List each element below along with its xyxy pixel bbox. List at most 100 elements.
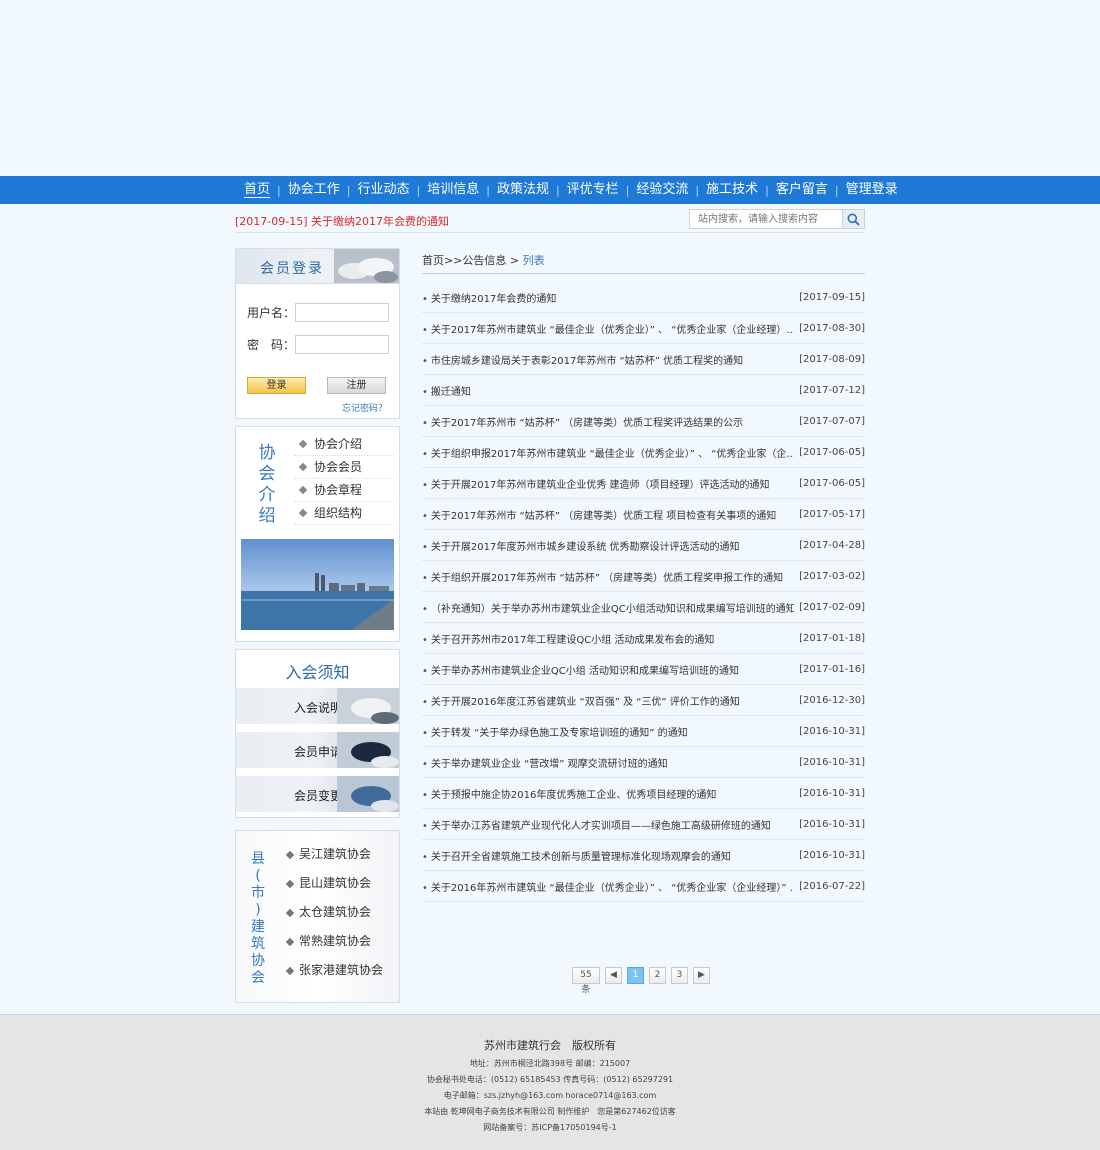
association-intro-link-label: 组织结构 [314, 505, 363, 520]
search-button[interactable] [842, 209, 865, 229]
news-title[interactable]: 关于预报中施企协2016年度优秀施工企业、优秀项目经理的通知 [422, 786, 716, 801]
pagination-page-2[interactable]: 2 [649, 967, 666, 984]
password-input[interactable] [295, 335, 389, 354]
nav-item-1[interactable]: 协会工作 [282, 176, 346, 204]
pagination-next-icon[interactable]: ▶ [693, 967, 710, 984]
news-row[interactable]: 关于举办建筑业企业 “营改增” 观摩交流研讨班的通知 [2016-10-31] [422, 747, 865, 778]
diamond-bullet-icon [285, 966, 295, 975]
pagination-prev-icon[interactable]: ◀ [605, 967, 622, 984]
news-title[interactable]: （补充通知）关于举办苏州市建筑业企业QC小组活动知识和成果编写培训班的通知 [422, 600, 794, 615]
news-row[interactable]: 关于开展2017年度苏州市城乡建设系统 优秀勘察设计评选活动的通知 [2017-0… [422, 530, 865, 561]
main-nav: 首页 | 协会工作 | 行业动态 | 培训信息 | 政策法规 | 评优专栏 | 经验交流 | 施工技术 | 客户… [0, 176, 1100, 204]
news-row[interactable]: 关于开展2016年度江苏省建筑业 “双百强” 及 “三优” 评价工作的通知 [20… [422, 685, 865, 716]
news-row[interactable]: 关于举办苏州市建筑业企业QC小组 活动知识和成果编写培训班的通知 [2017-01… [422, 654, 865, 685]
news-row[interactable]: 关于2017年苏州市 “姑苏杯” （房建等类）优质工程 项目检查有关事项的通知 [… [422, 499, 865, 530]
news-title[interactable]: 关于开展2017年苏州市建筑业企业优秀 建造师（项目经理）评选活动的通知 [422, 476, 770, 491]
county-associations-title-char: ( [255, 868, 261, 884]
pagination-page-3[interactable]: 3 [671, 967, 688, 984]
nav-item-7[interactable]: 施工技术 [700, 176, 764, 204]
nav-item-6[interactable]: 经验交流 [630, 176, 694, 204]
news-row[interactable]: 关于组织开展2017年苏州市 “姑苏杯” （房建等类）优质工程奖申报工作的通知 [… [422, 561, 865, 592]
news-title[interactable]: 关于举办苏州市建筑业企业QC小组 活动知识和成果编写培训班的通知 [422, 662, 739, 677]
news-row[interactable]: 关于召开苏州市2017年工程建设QC小组 活动成果发布会的通知 [2017-01-… [422, 623, 865, 654]
news-row[interactable]: 搬迁通知 [2017-07-12] [422, 375, 865, 406]
county-association-link-label: 昆山建筑协会 [299, 876, 372, 890]
county-association-link-2[interactable]: 太仓建筑协会 [284, 898, 383, 927]
news-row[interactable]: 市住房城乡建设局关于表彰2017年苏州市 “姑苏杯” 优质工程奖的通知 [2017… [422, 344, 865, 375]
news-date: [2016-12-30] [799, 694, 865, 706]
news-title[interactable]: 关于2017年苏州市 “姑苏杯” （房建等类）优质工程 项目检查有关事项的通知 [422, 507, 776, 522]
news-title[interactable]: 市住房城乡建设局关于表彰2017年苏州市 “姑苏杯” 优质工程奖的通知 [422, 352, 743, 367]
association-intro-links: 协会介绍 协会会员 协会章程组织结构 [294, 433, 394, 525]
news-row[interactable]: 关于2016年苏州市建筑业 “最佳企业（优秀企业）” 、 “优秀企业家（企业经理… [422, 871, 865, 902]
username-label: 用户名： [247, 306, 296, 320]
news-row[interactable]: 关于开展2017年苏州市建筑业企业优秀 建造师（项目经理）评选活动的通知 [201… [422, 468, 865, 499]
county-associations-title-char: ) [255, 902, 261, 918]
news-row[interactable]: 关于转发 “关于举办绿色施工及专家培训班的通知” 的通知 [2016-10-31] [422, 716, 865, 747]
nav-item-3[interactable]: 培训信息 [421, 176, 485, 204]
nav-item-5[interactable]: 评优专栏 [561, 176, 625, 204]
news-row[interactable]: 关于2017年苏州市 “姑苏杯” （房建等类）优质工程奖评选结果的公示 [2017… [422, 406, 865, 437]
association-intro-panel: 协会介绍 协会介绍 协会会员 协会章程组织结构 [235, 426, 400, 642]
news-title[interactable]: 关于转发 “关于举办绿色施工及专家培训班的通知” 的通知 [422, 724, 688, 739]
breadcrumb-path[interactable]: 首页>>公告信息 > [422, 254, 519, 267]
association-intro-link-3[interactable]: 组织结构 [294, 502, 394, 525]
pagination-page-1[interactable]: 1 [627, 967, 644, 984]
member-login-header: 会员登录 [236, 249, 399, 284]
search-input[interactable] [689, 209, 843, 229]
breadcrumb: 首页>>公告信息 > 列表 [422, 252, 865, 274]
news-row[interactable]: 关于缴纳2017年会费的通知 [2017-09-15] [422, 282, 865, 313]
news-title[interactable]: 搬迁通知 [422, 383, 471, 398]
news-title[interactable]: 关于缴纳2017年会费的通知 [422, 290, 556, 305]
news-title[interactable]: 关于举办江苏省建筑产业现代化人才实训项目——绿色施工高级研修班的通知 [422, 817, 771, 832]
county-association-link-3[interactable]: 常熟建筑协会 [284, 927, 383, 956]
membership-title: 入会须知 [285, 663, 350, 682]
latest-notice-link[interactable]: [2017-09-15] 关于缴纳2017年会费的通知 [235, 213, 449, 229]
county-association-link-1[interactable]: 昆山建筑协会 [284, 869, 383, 898]
diamond-bullet-icon [285, 937, 295, 946]
news-title[interactable]: 关于召开全省建筑施工技术创新与质量管理标准化现场观摩会的通知 [422, 848, 731, 863]
association-intro-link-2[interactable]: 协会章程 [294, 479, 394, 502]
association-intro-link-0[interactable]: 协会介绍 [294, 433, 394, 456]
news-list: 关于缴纳2017年会费的通知 [2017-09-15] 关于2017年苏州市建筑业 … [422, 282, 865, 902]
news-date: [2017-01-16] [799, 663, 865, 675]
username-input[interactable] [295, 303, 389, 322]
nav-item-9[interactable]: 管理登录 [840, 176, 904, 204]
nav-item-4[interactable]: 政策法规 [491, 176, 555, 204]
news-title[interactable]: 关于组织申报2017年苏州市建筑业 “最佳企业（优秀企业）” 、 “优秀企业家（… [422, 445, 794, 460]
news-title[interactable]: 关于2016年苏州市建筑业 “最佳企业（优秀企业）” 、 “优秀企业家（企业经理… [422, 879, 794, 894]
news-row[interactable]: （补充通知）关于举办苏州市建筑业企业QC小组活动知识和成果编写培训班的通知 [20… [422, 592, 865, 623]
news-title[interactable]: 关于组织开展2017年苏州市 “姑苏杯” （房建等类）优质工程奖申报工作的通知 [422, 569, 783, 584]
news-title[interactable]: 关于举办建筑业企业 “营改增” 观摩交流研讨班的通知 [422, 755, 668, 770]
county-association-link-label: 吴江建筑协会 [299, 847, 372, 861]
county-associations-title-char: 建 [251, 919, 265, 935]
membership-item-1[interactable]: 会员申请 [236, 732, 399, 768]
login-button[interactable]: 登录 [247, 377, 306, 394]
news-row[interactable]: 关于组织申报2017年苏州市建筑业 “最佳企业（优秀企业）” 、 “优秀企业家（… [422, 437, 865, 468]
news-title[interactable]: 关于2017年苏州市 “姑苏杯” （房建等类）优质工程奖评选结果的公示 [422, 414, 743, 429]
footer-line: 网站备案号：苏ICP备17050194号-1 [483, 1123, 617, 1132]
news-date: [2017-04-28] [799, 539, 865, 551]
news-title[interactable]: 关于召开苏州市2017年工程建设QC小组 活动成果发布会的通知 [422, 631, 714, 646]
news-title[interactable]: 关于开展2017年度苏州市城乡建设系统 优秀勘察设计评选活动的通知 [422, 538, 740, 553]
news-title[interactable]: 关于2017年苏州市建筑业 “最佳企业（优秀企业）” 、 “优秀企业家（企业经理… [422, 321, 794, 336]
county-association-link-0[interactable]: 吴江建筑协会 [284, 840, 383, 869]
membership-item-label: 入会说明 [294, 701, 343, 715]
news-row[interactable]: 关于举办江苏省建筑产业现代化人才实训项目——绿色施工高级研修班的通知 [2016-… [422, 809, 865, 840]
nav-item-0[interactable]: 首页 [238, 176, 276, 204]
forgot-password-link[interactable]: 忘记密码？ [342, 401, 387, 414]
nav-items: 首页 | 协会工作 | 行业动态 | 培训信息 | 政策法规 | 评优专栏 | 经验交流 | 施工技术 | 客户… [238, 176, 904, 204]
membership-item-2[interactable]: 会员变更 [236, 776, 399, 812]
association-intro-link-1[interactable]: 协会会员 [294, 456, 394, 479]
notice-bar: [2017-09-15] 关于缴纳2017年会费的通知 [235, 207, 865, 233]
membership-item-0[interactable]: 入会说明 [236, 688, 399, 724]
news-row[interactable]: 关于预报中施企协2016年度优秀施工企业、优秀项目经理的通知 [2016-10-3… [422, 778, 865, 809]
nav-item-2[interactable]: 行业动态 [351, 176, 415, 204]
nav-item-8[interactable]: 客户留言 [770, 176, 834, 204]
news-title[interactable]: 关于开展2016年度江苏省建筑业 “双百强” 及 “三优” 评价工作的通知 [422, 693, 740, 708]
register-button[interactable]: 注册 [327, 377, 386, 394]
news-row[interactable]: 关于召开全省建筑施工技术创新与质量管理标准化现场观摩会的通知 [2016-10-3… [422, 840, 865, 871]
county-association-link-4[interactable]: 张家港建筑协会 [284, 956, 383, 985]
news-row[interactable]: 关于2017年苏州市建筑业 “最佳企业（优秀企业）” 、 “优秀企业家（企业经理… [422, 313, 865, 344]
county-association-link-label: 太仓建筑协会 [299, 905, 372, 919]
